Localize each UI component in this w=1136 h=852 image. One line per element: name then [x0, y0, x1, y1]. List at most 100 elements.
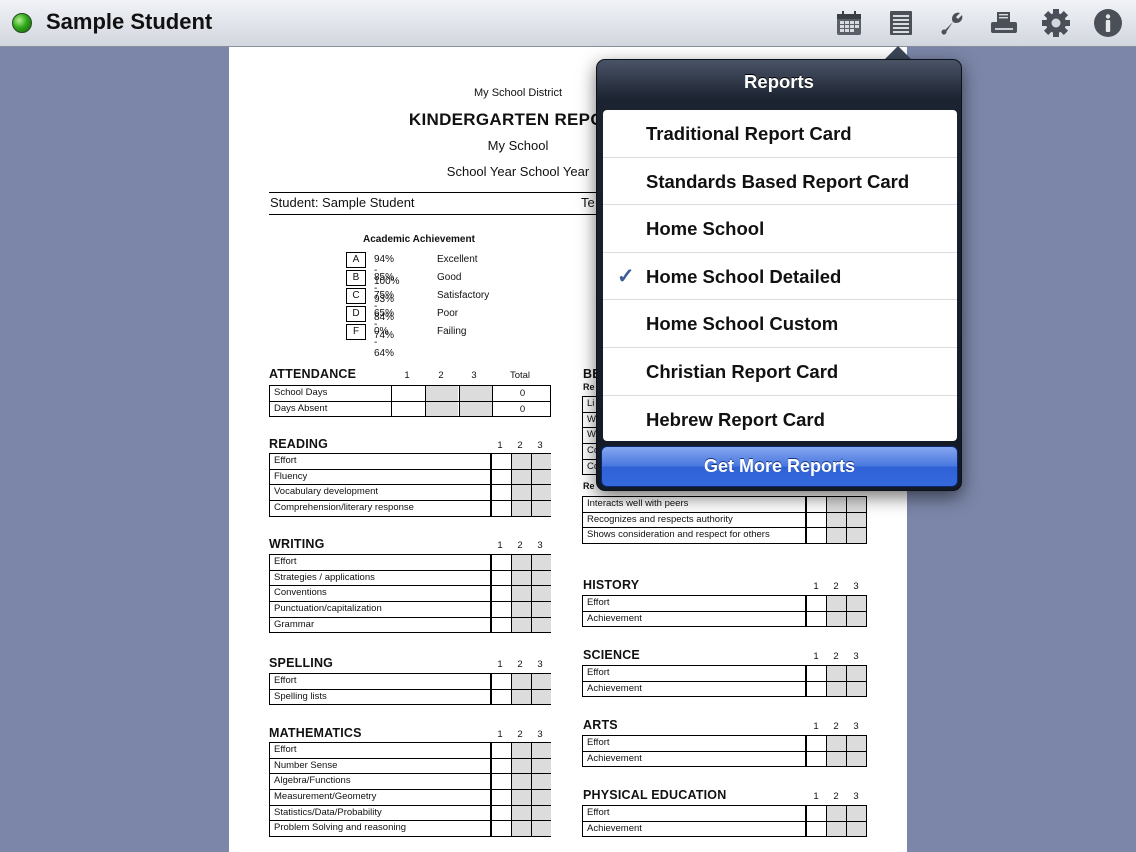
column-label: 1: [813, 721, 819, 732]
reading-table: Effort Fluency Vocabulary development Co…: [269, 453, 551, 517]
app-title: Sample Student: [46, 9, 213, 34]
gear-icon[interactable]: [1041, 8, 1071, 38]
popover-title: Reports: [744, 71, 814, 92]
list-icon[interactable]: [886, 8, 916, 38]
column-label: 1: [813, 581, 819, 592]
column-label: 3: [853, 581, 859, 592]
writing-title: WRITING: [269, 537, 325, 551]
table-row: Comprehension/literary response: [269, 501, 551, 517]
wrench-icon[interactable]: [937, 8, 967, 38]
report-option-home-school-detailed[interactable]: ✓ Home School Detailed: [603, 253, 957, 301]
table-row: Spelling lists: [269, 689, 551, 706]
table-row: Effort: [582, 806, 867, 822]
table-row: Recognizes and respects authority: [582, 512, 867, 529]
report-option-standards-based[interactable]: Standards Based Report Card: [603, 158, 957, 206]
report-option-label: Traditional Report Card: [646, 123, 852, 144]
popover-arrow: [884, 46, 912, 60]
spelling-title: SPELLING: [269, 656, 334, 670]
science-title: SCIENCE: [583, 648, 640, 662]
column-label: 3: [853, 651, 859, 662]
column-label: 2: [833, 721, 839, 732]
column-label: 1: [813, 791, 819, 802]
info-icon[interactable]: [1093, 8, 1123, 38]
table-row: Interacts well with peers: [582, 497, 867, 513]
table-row: Algebra/Functions: [269, 774, 551, 791]
column-label: 3: [537, 729, 543, 740]
column-label: 3: [537, 540, 543, 551]
behavior-subtitle: Re: [583, 481, 595, 491]
report-option-traditional[interactable]: Traditional Report Card: [603, 110, 957, 158]
column-label: 1: [497, 440, 503, 451]
calendar-icon[interactable]: [834, 8, 864, 38]
column-label: 2: [517, 729, 523, 740]
printer-icon[interactable]: [989, 8, 1019, 38]
arts-title: ARTS: [583, 718, 618, 732]
mathematics-title: MATHEMATICS: [269, 726, 362, 740]
arts-table: Effort Achievement: [582, 735, 867, 768]
report-option-label: Standards Based Report Card: [646, 170, 910, 192]
attendance-table: School Days 0 Days Absent 0: [269, 385, 551, 417]
table-row: Effort: [582, 666, 867, 682]
column-label: 2: [833, 791, 839, 802]
column-label: 3: [537, 440, 543, 451]
top-bar: Sample Student: [0, 0, 1136, 47]
column-label: 2: [517, 440, 523, 451]
status-indicator: [12, 13, 32, 33]
report-option-home-school-custom[interactable]: Home School Custom: [603, 300, 957, 348]
table-row: Vocabulary development: [269, 485, 551, 502]
table-row: Grammar: [269, 617, 551, 634]
report-option-christian[interactable]: Christian Report Card: [603, 348, 957, 396]
writing-table: Effort Strategies / applications Convent…: [269, 554, 551, 634]
table-row: Achievement: [582, 611, 867, 628]
table-row: Effort: [269, 555, 551, 571]
physical-education-title: PHYSICAL EDUCATION: [583, 788, 727, 802]
column-label: 1: [497, 540, 503, 551]
physical-education-table: Effort Achievement: [582, 805, 867, 838]
report-option-hebrew[interactable]: Hebrew Report Card: [603, 396, 957, 441]
column-label: 2: [517, 659, 523, 670]
column-label: 3: [853, 721, 859, 732]
table-row: Effort: [582, 596, 867, 612]
get-more-reports-button[interactable]: Get More Reports: [601, 446, 958, 487]
column-label: Total: [509, 370, 531, 381]
report-option-label: Christian Report Card: [646, 360, 839, 382]
report-option-label: Home School Detailed: [646, 265, 842, 287]
table-row: Conventions: [269, 586, 551, 603]
academic-achievement-title: Academic Achievement: [363, 234, 475, 245]
column-label: 1: [404, 370, 410, 381]
history-title: HISTORY: [583, 578, 640, 592]
column-label: 3: [471, 370, 477, 381]
attendance-title: ATTENDANCE: [269, 367, 357, 381]
table-row: Shows consideration and respect for othe…: [582, 528, 867, 545]
student-name: Student: Sample Student: [270, 195, 415, 210]
table-row: Punctuation/capitalization: [269, 602, 551, 618]
table-row: Strategies / applications: [269, 570, 551, 587]
column-label: 2: [833, 581, 839, 592]
table-row: Problem Solving and reasoning: [269, 821, 551, 838]
report-option-home-school[interactable]: Home School: [603, 205, 957, 253]
column-label: 1: [497, 659, 503, 670]
report-option-label: Hebrew Report Card: [646, 408, 825, 430]
behavior-subtitle: Re: [583, 382, 595, 392]
column-label: 2: [833, 651, 839, 662]
report-option-label: Home School Custom: [646, 313, 839, 335]
reading-title: READING: [269, 437, 329, 451]
table-row: Achievement: [582, 821, 867, 838]
spelling-table: Effort Spelling lists: [269, 673, 551, 706]
table-row: Measurement/Geometry: [269, 790, 551, 806]
table-row: Fluency: [269, 469, 551, 486]
teacher-label: Te: [581, 195, 595, 210]
science-table: Effort Achievement: [582, 665, 867, 698]
report-option-label: Home School: [646, 218, 765, 240]
table-row: Number Sense: [269, 758, 551, 775]
table-row: Achievement: [582, 681, 867, 698]
mathematics-table: Effort Number Sense Algebra/Functions Me…: [269, 742, 551, 838]
table-row: Statistics/Data/Probability: [269, 805, 551, 822]
table-row: School Days 0: [269, 386, 551, 402]
table-row: Effort: [269, 743, 551, 759]
history-table: Effort Achievement: [582, 595, 867, 628]
column-label: 1: [813, 651, 819, 662]
table-row: Effort: [269, 454, 551, 470]
column-label: 1: [497, 729, 503, 740]
table-row: Effort: [269, 674, 551, 690]
